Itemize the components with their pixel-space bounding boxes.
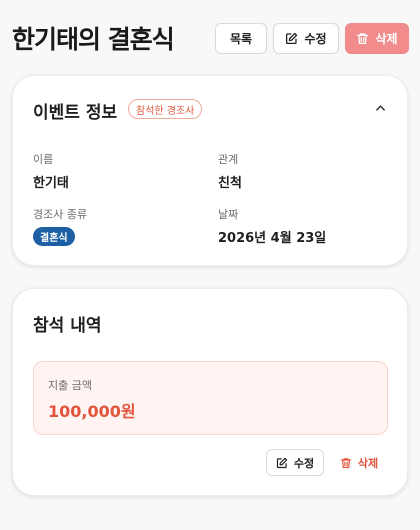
- attendance-card: 참석 내역 지출 금액 100,000원 수정 삭제: [12, 288, 408, 496]
- date-value: 2026년 4월 23일: [218, 231, 327, 246]
- page-header: 한기태의 결혼식 목록 수정 삭제: [0, 0, 420, 78]
- attendance-title: 참석 내역: [33, 316, 102, 336]
- delete-button[interactable]: 삭제: [345, 23, 409, 54]
- event-info-card: 이벤트 정보 참석한 경조사 이름 한기태 관계 친척 경조사 종류 결혼식 날…: [12, 75, 408, 266]
- amount-label: 지출 금액: [48, 379, 92, 392]
- status-badge: 참석한 경조사: [128, 99, 203, 119]
- name-label: 이름: [33, 153, 54, 166]
- amount-box: 지출 금액 100,000원: [33, 361, 388, 435]
- amount-value: 100,000원: [48, 402, 136, 421]
- relation-value: 친척: [218, 176, 242, 191]
- attendance-delete-button[interactable]: 삭제: [334, 449, 384, 476]
- event-info-title: 이벤트 정보: [33, 103, 118, 123]
- page-title: 한기태의 결혼식: [12, 25, 175, 54]
- edit-icon: [276, 457, 288, 468]
- relation-label: 관계: [218, 153, 239, 166]
- attendance-edit-label: 수정: [293, 456, 315, 470]
- list-button[interactable]: 목록: [215, 23, 267, 54]
- date-label: 날짜: [218, 208, 239, 221]
- delete-button-label: 삭제: [375, 32, 398, 46]
- trash-icon: [340, 457, 351, 468]
- trash-icon: [357, 33, 369, 45]
- list-button-label: 목록: [229, 32, 253, 46]
- attendance-delete-label: 삭제: [357, 456, 379, 470]
- name-value: 한기태: [33, 176, 69, 191]
- type-label: 경조사 종류: [33, 208, 88, 221]
- attendance-edit-button[interactable]: 수정: [266, 449, 324, 476]
- edit-button[interactable]: 수정: [273, 23, 339, 54]
- edit-button-label: 수정: [304, 32, 327, 46]
- chevron-up-icon[interactable]: [375, 104, 386, 112]
- edit-icon: [286, 32, 298, 45]
- type-badge: 결혼식: [33, 227, 75, 246]
